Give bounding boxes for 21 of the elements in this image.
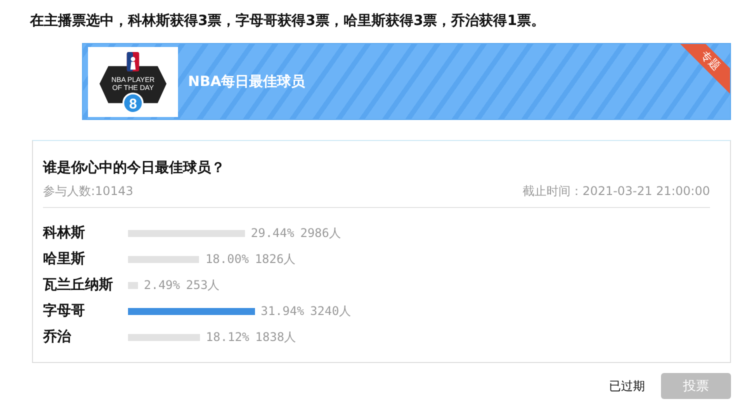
deadline-text: 截止时间：2021-03-21 21:00:00	[522, 183, 710, 199]
result-percent: 31.94%	[260, 304, 304, 318]
option-name: 科林斯	[43, 224, 86, 242]
result-percent: 29.44%	[250, 226, 294, 240]
vote-count: 253人	[186, 276, 220, 294]
vote-count: 1826人	[254, 250, 296, 268]
result-percent: 2.49%	[144, 278, 180, 292]
banner-title: NBA每日最佳球员	[188, 72, 306, 90]
result-percent: 18.00%	[205, 252, 249, 266]
option-name: 乔治	[43, 328, 72, 346]
vote-count: 1838人	[255, 328, 296, 346]
vote-count: 3240人	[310, 302, 352, 320]
option-name: 瓦兰丘纳斯	[43, 276, 114, 294]
participant-count: 参与人数:10143	[43, 183, 134, 199]
result-percent: 18.12%	[206, 330, 250, 344]
poll-question: 谁是你心中的今日最佳球员？	[43, 158, 226, 178]
option-name: 字母哥	[43, 302, 86, 320]
expired-label: 已过期	[609, 378, 645, 394]
option-name: 哈里斯	[43, 250, 86, 268]
vote-count: 2986人	[300, 224, 342, 242]
headline: 在主播票选中，科林斯获得3票，字母哥获得3票，哈里斯获得3票，乔治获得1票。	[30, 12, 546, 31]
